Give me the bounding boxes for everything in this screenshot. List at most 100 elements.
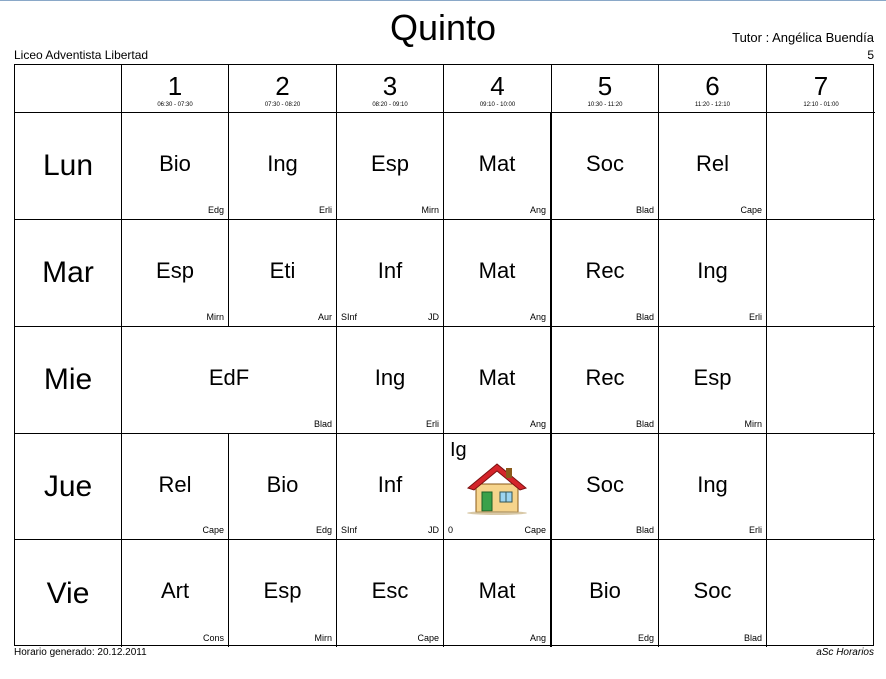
period-number: 5 <box>597 71 613 101</box>
lesson-subject: Rec <box>585 258 625 283</box>
lesson-room: SInf <box>341 525 358 535</box>
lesson-subject: Rec <box>585 365 625 390</box>
house-icon <box>464 460 530 521</box>
lesson-teacher: Cape <box>740 205 762 215</box>
day-name: Vie <box>46 576 90 610</box>
lesson-subject: Soc <box>586 472 624 497</box>
lesson-cell: Mat Ang <box>444 327 552 434</box>
lesson-teacher: Mirn <box>206 312 225 322</box>
day-header: Jue <box>15 434 122 540</box>
lesson-cell: Rec Blad <box>552 327 659 434</box>
lesson-subject: Ing <box>697 258 728 283</box>
lesson-subject: Art <box>160 578 190 603</box>
period-number: 1 <box>167 71 183 101</box>
lesson-cell: Soc Blad <box>552 113 659 220</box>
lesson-teacher: Erli <box>749 312 762 322</box>
lesson-subject: Soc <box>586 151 624 176</box>
tutor-label: Tutor : Angélica Buendía <box>732 30 874 45</box>
lesson-room: SInf <box>341 312 358 322</box>
lesson-subject: Bio <box>159 151 191 176</box>
lesson-cell: Esp Mirn <box>659 327 767 434</box>
lesson-cell: Bio Edg <box>122 113 229 220</box>
lesson-teacher: JD <box>428 525 439 535</box>
period-header: 1 06:30 - 07:30 <box>122 65 229 113</box>
day-header: Mie <box>15 327 122 434</box>
day-header: Lun <box>15 113 122 220</box>
lesson-teacher: Ang <box>529 205 546 215</box>
lesson-teacher: Aur <box>317 312 332 322</box>
lesson-cell: Esc Cape <box>337 540 444 647</box>
lesson-teacher: Blad <box>635 205 654 215</box>
period-time: 12:10 - 01:00 <box>803 102 839 108</box>
lesson-cell: Inf JD SInf <box>337 434 444 540</box>
lesson-cell: Art Cons <box>122 540 229 647</box>
software-credit: aSc Horarios <box>816 647 874 658</box>
lesson-cell: Rec Blad <box>552 220 659 327</box>
lesson-cell: Rel Cape <box>122 434 229 540</box>
school-name: Liceo Adventista Libertad <box>14 48 149 62</box>
lesson-teacher: Cape <box>417 633 439 643</box>
group-number: 5 <box>867 48 874 62</box>
period-number: 4 <box>490 71 505 101</box>
lesson-subject: Ing <box>267 151 298 176</box>
period-time: 08:20 - 09:10 <box>372 102 408 108</box>
lesson-teacher: Mirn <box>421 205 440 215</box>
lesson-teacher: JD <box>428 312 439 322</box>
lesson-teacher: Blad <box>313 419 332 429</box>
period-time: 11:20 - 12:10 <box>695 102 730 108</box>
period-number: 3 <box>382 71 398 101</box>
lesson-cell: Mat Ang <box>444 540 552 647</box>
lesson-subject: Mat <box>478 151 516 176</box>
period-number: 6 <box>705 71 720 101</box>
period-header: 6 11:20 - 12:10 <box>659 65 767 113</box>
lesson-cell: Ing Erli <box>337 327 444 434</box>
top-border-line <box>0 0 886 1</box>
empty-cell <box>767 434 875 540</box>
lesson-cell: Soc Blad <box>659 540 767 647</box>
lesson-subject: Esp <box>693 365 732 390</box>
corner-cell <box>15 65 122 113</box>
lesson-teacher: Edg <box>315 525 332 535</box>
lesson-cell: Rel Cape <box>659 113 767 220</box>
lesson-cell: Ing Erli <box>659 434 767 540</box>
lesson-subject: Mat <box>478 365 516 390</box>
lesson-subject: Esc <box>371 578 409 603</box>
lesson-subject: Soc <box>693 578 732 603</box>
period-time: 07:30 - 08:20 <box>264 102 301 108</box>
lesson-subject: Bio <box>266 472 299 497</box>
period-number: 2 <box>275 71 290 101</box>
lesson-teacher: Blad <box>635 419 654 429</box>
day-name: Jue <box>43 469 93 503</box>
lesson-subject: Ing <box>697 472 728 497</box>
lesson-cell: Esp Mirn <box>337 113 444 220</box>
day-name: Mar <box>42 256 94 289</box>
lesson-subject: Rel <box>158 472 192 497</box>
period-time: 10:30 - 11:20 <box>587 102 623 108</box>
lesson-subject: Inf <box>377 258 403 283</box>
period-number: 7 <box>813 71 829 101</box>
period-time: 09:10 - 10:00 <box>479 102 516 108</box>
lesson-teacher: Erli <box>749 525 762 535</box>
lesson-teacher: Edg <box>637 633 654 643</box>
lesson-teacher: Blad <box>635 525 654 535</box>
lesson-subject: Mat <box>478 258 516 283</box>
day-name: Lun <box>42 149 94 182</box>
lesson-teacher: Cape <box>202 525 224 535</box>
day-header: Vie <box>15 540 122 647</box>
lesson-cell: Mat Ang <box>444 220 552 327</box>
lesson-cell: Soc Blad <box>552 434 659 540</box>
period-header: 5 10:30 - 11:20 <box>552 65 659 113</box>
lesson-cell: Inf JD SInf <box>337 220 444 327</box>
empty-cell <box>767 540 875 647</box>
day-header: Mar <box>15 220 122 327</box>
period-header: 7 12:10 - 01:00 <box>767 65 875 113</box>
period-time: 06:30 - 07:30 <box>157 102 193 108</box>
lesson-teacher: Mirn <box>314 633 333 643</box>
lesson-cell: Mat Ang <box>444 113 552 220</box>
lesson-subject: Esp <box>263 578 302 603</box>
lesson-cell: Esp Mirn <box>122 220 229 327</box>
lesson-teacher: Erli <box>319 205 332 215</box>
lesson-cell: Eti Aur <box>229 220 337 327</box>
lesson-teacher: Ang <box>529 633 546 643</box>
timetable-grid: 1 06:30 - 07:30 2 07:30 - 08:20 3 08:20 - 09:… <box>14 64 875 647</box>
